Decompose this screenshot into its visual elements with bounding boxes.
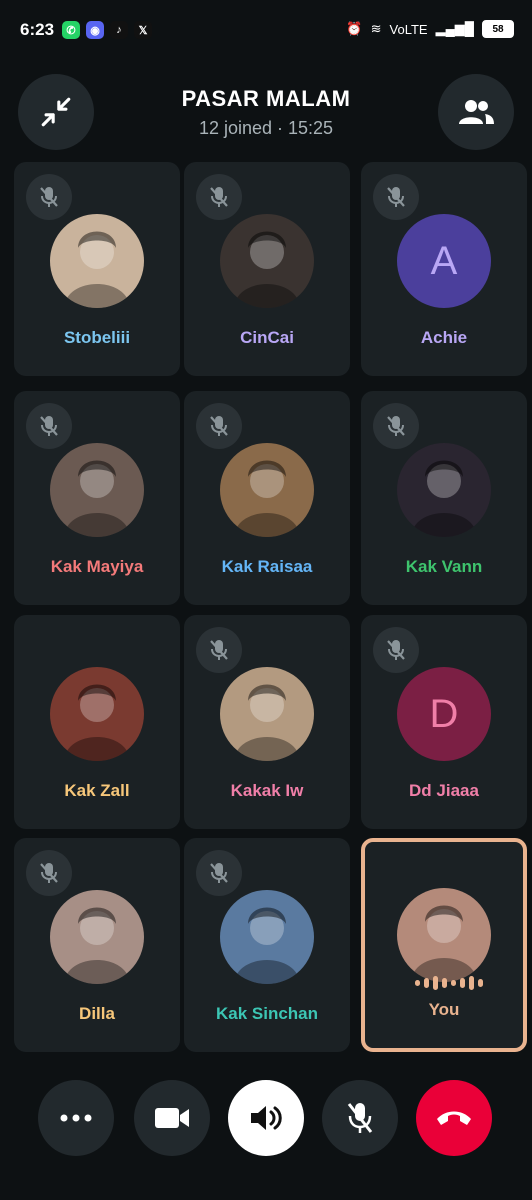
mic-off-icon	[196, 403, 242, 449]
avatar: A	[397, 214, 491, 308]
participant-name: Achie	[420, 328, 468, 347]
network-label: VoLTE	[389, 21, 428, 37]
participant-name: You	[428, 1000, 460, 1019]
speaker-button[interactable]	[228, 1080, 304, 1156]
participant-name: Kak Sinchan	[215, 1004, 319, 1023]
mic-off-icon	[373, 403, 419, 449]
avatar	[220, 214, 314, 308]
video-camera-icon	[153, 1104, 191, 1132]
participant-name: Kak Vann	[405, 557, 483, 576]
avatar	[50, 890, 144, 984]
more-button[interactable]	[38, 1080, 114, 1156]
speaking-indicator	[415, 976, 483, 990]
people-icon	[459, 100, 494, 124]
participant-tile[interactable]: Kak Vann	[361, 391, 527, 605]
whatsapp-icon: ✆	[62, 21, 80, 39]
wifi-icon: ≋	[370, 21, 382, 36]
more-icon	[59, 1113, 93, 1123]
mic-off-icon	[196, 174, 242, 220]
tiktok-icon: ♪	[110, 21, 128, 39]
participant-name: Dilla	[79, 1004, 115, 1023]
mic-off-icon	[26, 850, 72, 896]
alarm-icon: ⏰	[346, 21, 363, 36]
participant-tile[interactable]: Kak Raisaa	[184, 391, 350, 605]
status-indicators: ⏰ ≋ VoLTE ▂▄▆█ 58	[346, 20, 514, 38]
participant-tile[interactable]: You	[361, 838, 527, 1052]
participants-button[interactable]	[438, 74, 514, 150]
mic-off-icon	[26, 403, 72, 449]
participant-tile[interactable]: Kak Sinchan	[184, 838, 350, 1052]
status-time: 6:23	[20, 20, 55, 39]
avatar: D	[397, 667, 491, 761]
participant-name: Kakak Iw	[230, 781, 304, 800]
participant-name: Stobeliii	[63, 328, 131, 347]
x-icon: 𝕏	[134, 21, 152, 39]
speaker-icon	[248, 1103, 284, 1133]
mic-off-icon	[373, 174, 419, 220]
avatar	[50, 667, 144, 761]
avatar	[220, 443, 314, 537]
mic-off-icon	[196, 627, 242, 673]
battery-icon: 58	[482, 20, 514, 38]
avatar	[220, 667, 314, 761]
end-call-button[interactable]	[416, 1080, 492, 1156]
participant-tile[interactable]: Dilla	[14, 838, 180, 1052]
participant-tile[interactable]: CinCai	[184, 162, 350, 376]
status-bar: 6:23 ✆ ◉ ♪ 𝕏 ⏰ ≋ VoLTE ▂▄▆█ 58	[0, 0, 532, 60]
avatar	[50, 214, 144, 308]
participant-name: Kak Zall	[64, 781, 130, 800]
avatar-initial: A	[430, 238, 458, 283]
mic-off-icon	[26, 174, 72, 220]
end-call-icon	[434, 1107, 474, 1129]
participant-name: CinCai	[240, 328, 294, 347]
avatar	[397, 443, 491, 537]
discord-icon: ◉	[86, 21, 104, 39]
participant-tile[interactable]: D Dd Jiaaa	[361, 615, 527, 829]
mic-off-icon	[345, 1101, 375, 1135]
participant-tile[interactable]: Stobeliii	[14, 162, 180, 376]
status-app-icons: ✆ ◉ ♪ 𝕏	[62, 21, 152, 39]
participant-tile[interactable]: Kak Mayiya	[14, 391, 180, 605]
participant-tile[interactable]: A Achie	[361, 162, 527, 376]
avatar	[397, 888, 491, 982]
video-button[interactable]	[134, 1080, 210, 1156]
participant-tile[interactable]: Kakak Iw	[184, 615, 350, 829]
avatar	[220, 890, 314, 984]
mic-off-icon	[196, 850, 242, 896]
participant-tile[interactable]: Kak Zall	[14, 615, 180, 829]
avatar-initial: D	[429, 691, 459, 736]
signal-icon: ▂▄▆█	[435, 21, 474, 36]
mic-off-icon	[373, 627, 419, 673]
participant-name: Kak Raisaa	[221, 557, 313, 576]
participant-name: Dd Jiaaa	[409, 781, 479, 800]
mic-button[interactable]	[322, 1080, 398, 1156]
avatar	[50, 443, 144, 537]
participant-name: Kak Mayiya	[50, 557, 144, 576]
